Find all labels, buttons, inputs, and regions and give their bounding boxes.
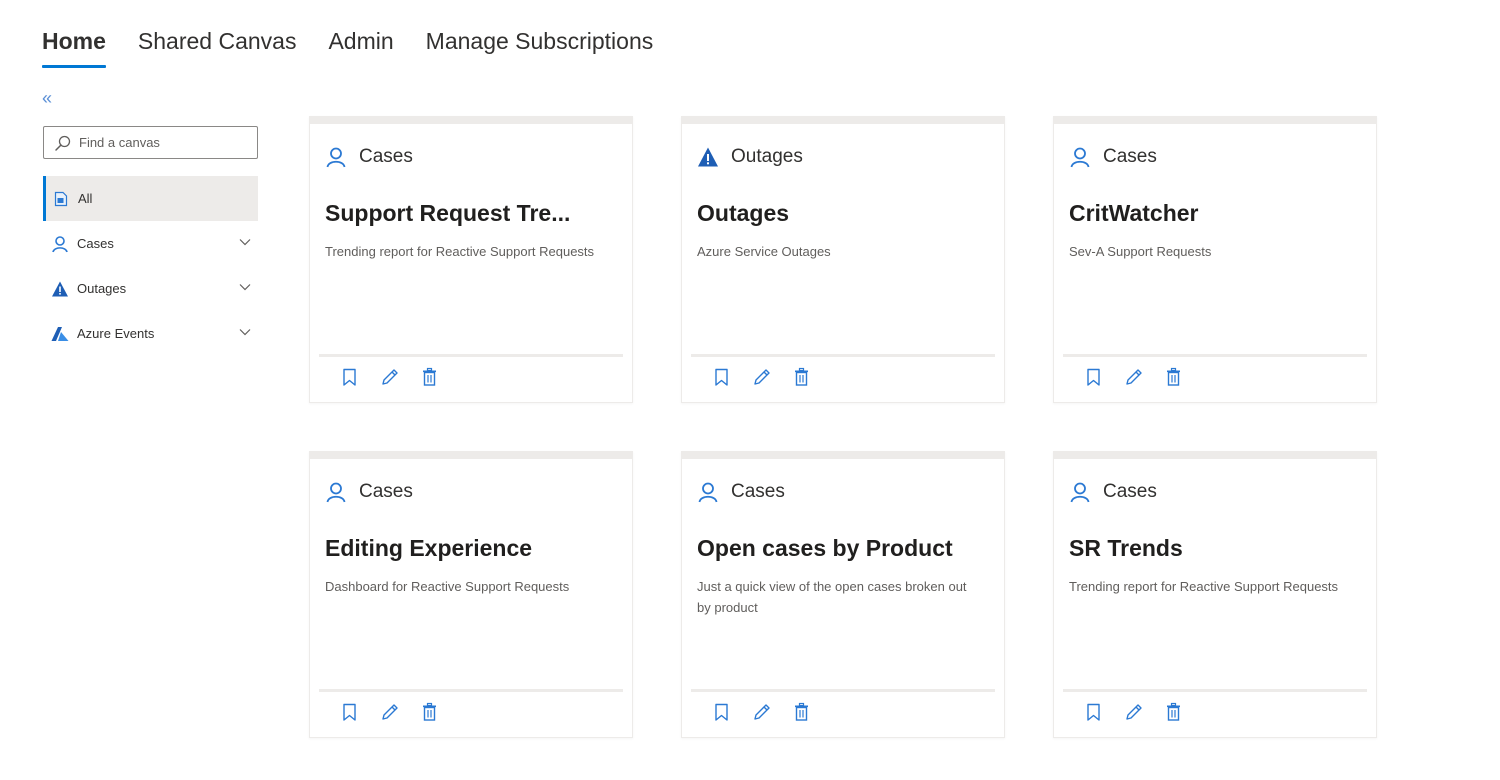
person-icon <box>697 481 719 503</box>
delete-trash-icon[interactable] <box>420 702 440 722</box>
card-category: Cases <box>325 146 413 168</box>
card-description: Azure Service Outages <box>697 244 831 259</box>
card-divider <box>1063 354 1367 357</box>
card-description: Sev-A Support Requests <box>1069 244 1212 259</box>
delete-trash-icon[interactable] <box>792 367 812 387</box>
card-divider <box>319 689 623 692</box>
bookmark-icon[interactable] <box>712 702 732 722</box>
card-category: Outages <box>697 146 803 168</box>
canvas-card[interactable]: Cases Open cases by Product Just a quick… <box>681 451 1005 738</box>
sidebar-item-label: Outages <box>77 281 127 296</box>
sidebar-item-all[interactable]: All <box>43 176 258 221</box>
chevron-down-icon[interactable] <box>238 235 252 249</box>
card-category-label: Outages <box>731 146 803 167</box>
chevron-down-icon[interactable] <box>238 280 252 294</box>
card-title[interactable]: SR Trends <box>1069 535 1183 562</box>
sidebar-item-label: Cases <box>77 236 114 251</box>
tab-admin[interactable]: Admin <box>328 28 393 68</box>
document-icon <box>52 190 70 208</box>
delete-trash-icon[interactable] <box>792 702 812 722</box>
person-icon <box>1069 146 1091 168</box>
canvas-card[interactable]: Cases Support Request Tre... Trending re… <box>309 116 633 403</box>
card-actions <box>712 702 812 722</box>
bookmark-icon[interactable] <box>1084 367 1104 387</box>
card-title[interactable]: Open cases by Product <box>697 535 953 562</box>
card-actions <box>340 702 440 722</box>
edit-pencil-icon[interactable] <box>752 367 772 387</box>
edit-pencil-icon[interactable] <box>380 702 400 722</box>
bookmark-icon[interactable] <box>340 367 360 387</box>
edit-pencil-icon[interactable] <box>1124 702 1144 722</box>
bookmark-icon[interactable] <box>1084 702 1104 722</box>
card-category-label: Cases <box>1103 481 1157 502</box>
canvas-card[interactable]: Cases SR Trends Trending report for Reac… <box>1053 451 1377 738</box>
sidebar-item-label: All <box>78 191 93 206</box>
canvas-card[interactable]: Cases Editing Experience Dashboard for R… <box>309 451 633 738</box>
search-icon <box>55 135 71 151</box>
delete-trash-icon[interactable] <box>420 367 440 387</box>
sidebar-item-cases[interactable]: Cases <box>43 221 258 266</box>
search-input[interactable] <box>79 135 249 150</box>
card-description: Just a quick view of the open cases brok… <box>697 579 967 615</box>
card-category-label: Cases <box>359 481 413 502</box>
card-category: Cases <box>1069 146 1157 168</box>
card-description: Dashboard for Reactive Support Requests <box>325 579 570 594</box>
top-nav: Home Shared Canvas Admin Manage Subscrip… <box>42 28 685 68</box>
card-title[interactable]: Outages <box>697 200 789 227</box>
card-actions <box>1084 367 1184 387</box>
card-description: Trending report for Reactive Support Req… <box>1069 579 1339 594</box>
edit-pencil-icon[interactable] <box>380 367 400 387</box>
card-actions <box>712 367 812 387</box>
card-actions <box>340 367 440 387</box>
tab-home[interactable]: Home <box>42 28 106 68</box>
bookmark-icon[interactable] <box>712 367 732 387</box>
canvas-category-list: All Cases Outages Azure Events <box>43 176 258 356</box>
edit-pencil-icon[interactable] <box>752 702 772 722</box>
person-icon <box>51 235 69 253</box>
card-category-label: Cases <box>359 146 413 167</box>
card-category-label: Cases <box>731 481 785 502</box>
card-category-label: Cases <box>1103 146 1157 167</box>
card-actions <box>1084 702 1184 722</box>
sidebar-item-label: Azure Events <box>77 326 155 341</box>
card-divider <box>319 354 623 357</box>
sidebar-item-outages[interactable]: Outages <box>43 266 258 311</box>
card-category: Cases <box>697 481 785 503</box>
edit-pencil-icon[interactable] <box>1124 367 1144 387</box>
chevron-down-icon[interactable] <box>238 325 252 339</box>
person-icon <box>325 481 347 503</box>
warning-triangle-icon <box>697 146 719 168</box>
delete-trash-icon[interactable] <box>1164 367 1184 387</box>
search-box[interactable] <box>43 126 258 159</box>
bookmark-icon[interactable] <box>340 702 360 722</box>
sidebar-item-azure-events[interactable]: Azure Events <box>43 311 258 356</box>
card-title[interactable]: Support Request Tre... <box>325 200 570 227</box>
tab-manage-subscriptions[interactable]: Manage Subscriptions <box>426 28 654 68</box>
canvas-card[interactable]: Outages Outages Azure Service Outages <box>681 116 1005 403</box>
card-category: Cases <box>1069 481 1157 503</box>
card-category: Cases <box>325 481 413 503</box>
card-divider <box>691 354 995 357</box>
card-divider <box>691 689 995 692</box>
double-chevron-left-icon[interactable]: « <box>42 88 52 108</box>
delete-trash-icon[interactable] <box>1164 702 1184 722</box>
card-title[interactable]: CritWatcher <box>1069 200 1199 227</box>
tab-shared-canvas[interactable]: Shared Canvas <box>138 28 297 68</box>
warning-triangle-icon <box>51 280 69 298</box>
card-title[interactable]: Editing Experience <box>325 535 532 562</box>
card-description: Trending report for Reactive Support Req… <box>325 244 595 259</box>
person-icon <box>1069 481 1091 503</box>
azure-logo-icon <box>51 325 69 343</box>
person-icon <box>325 146 347 168</box>
card-divider <box>1063 689 1367 692</box>
canvas-card[interactable]: Cases CritWatcher Sev-A Support Requests <box>1053 116 1377 403</box>
